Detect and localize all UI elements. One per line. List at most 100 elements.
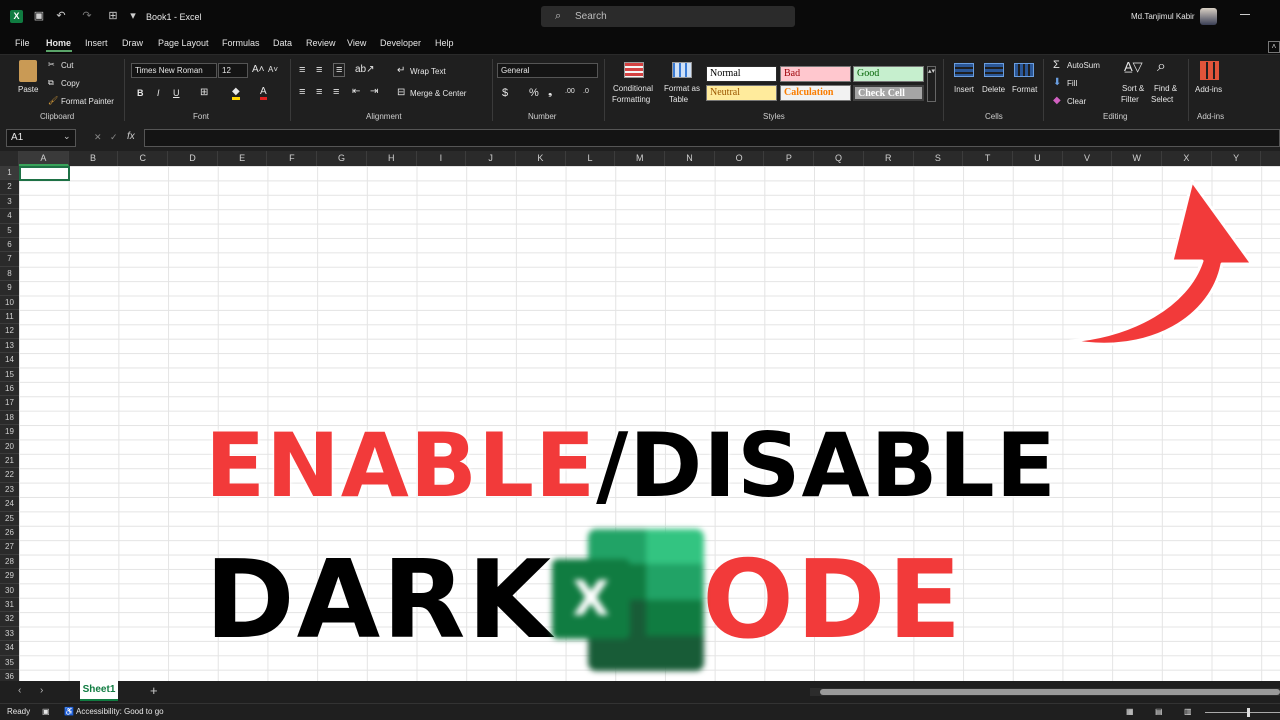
row-header-1[interactable]: 1 [0,166,19,181]
row-header-17[interactable]: 17 [0,396,19,411]
zoom-slider[interactable] [1205,708,1280,717]
column-header-f[interactable]: F [268,151,318,166]
row-header-16[interactable]: 16 [0,382,19,397]
borders-icon[interactable]: ⊞ [200,87,208,98]
sheet-tab-sheet1[interactable]: Sheet1 [80,681,118,701]
align-bottom-icon[interactable]: ≡ [333,63,346,77]
row-header-21[interactable]: 21 [0,454,19,469]
select-all-button[interactable] [0,151,19,166]
percent-button[interactable]: % [529,87,539,99]
tab-file[interactable]: File [15,38,30,48]
row-header-30[interactable]: 30 [0,584,19,598]
format-as-table-button[interactable]: Format as [664,84,700,93]
increase-decimal-icon[interactable]: .00 [565,88,575,95]
row-header-23[interactable]: 23 [0,483,19,498]
row-header-32[interactable]: 32 [0,612,19,627]
row-header-27[interactable]: 27 [0,540,19,555]
column-header-i[interactable]: I [417,151,467,166]
number-format-select[interactable]: General [497,63,598,78]
align-left-icon[interactable]: ≡ [299,86,305,98]
zoom-slider-thumb[interactable] [1247,708,1250,717]
row-header-33[interactable]: 33 [0,627,19,642]
selected-cell[interactable] [19,166,70,181]
accessibility-icon[interactable]: ♿ [64,707,74,716]
addins-button[interactable]: Add-ins [1195,85,1222,94]
worksheet-grid[interactable]: ABCDEFGHIJKLMNOPQRSTUVWXY 1 2 3 4 5 6 7 8 9 10 11 1… [0,151,1280,681]
tab-formulas[interactable]: Formulas [222,38,260,48]
format-cells-button[interactable]: Format [1012,85,1037,94]
paste-button[interactable]: Paste [18,85,38,94]
clear-button[interactable]: Clear [1067,97,1086,106]
increase-indent-icon[interactable]: ⇥ [370,86,378,97]
styles-scroll-icon[interactable]: ▴▾ [927,66,936,102]
row-header-26[interactable]: 26 [0,526,19,541]
horizontal-scrollbar[interactable] [810,688,1280,696]
name-box-chevron-icon[interactable]: ⌄ [63,131,71,142]
row-header-5[interactable]: 5 [0,224,19,238]
accessibility-status[interactable]: Accessibility: Good to go [76,707,164,716]
column-header-k[interactable]: K [516,151,566,166]
tab-developer[interactable]: Developer [380,38,421,48]
row-header-28[interactable]: 28 [0,555,19,570]
row-header-19[interactable]: 19 [0,425,19,440]
minimize-icon[interactable] [1240,14,1250,15]
row-header-6[interactable]: 6 [0,238,19,253]
row-header-11[interactable]: 11 [0,310,19,325]
row-header-4[interactable]: 4 [0,209,19,224]
row-header-10[interactable]: 10 [0,296,19,310]
align-right-icon[interactable]: ≡ [333,86,339,98]
tab-view[interactable]: View [347,38,366,48]
align-center-icon[interactable]: ≡ [316,86,322,98]
shrink-font-icon[interactable]: A˅ [268,65,278,74]
row-header-36[interactable]: 36 [0,670,19,681]
column-header-p[interactable]: P [765,151,815,166]
copy-button[interactable]: Copy [61,79,80,88]
column-header-u[interactable]: U [1013,151,1063,166]
italic-button[interactable]: I [157,88,160,98]
fill-color-icon[interactable]: ◆ [232,86,240,100]
decrease-decimal-icon[interactable]: .0 [583,88,589,95]
column-header-m[interactable]: M [615,151,666,166]
column-header-j[interactable]: J [466,151,516,166]
column-header-y[interactable]: Y [1212,151,1262,166]
row-header-18[interactable]: 18 [0,411,19,426]
row-header-24[interactable]: 24 [0,497,19,512]
insert-function-icon[interactable]: fx [127,131,135,142]
customize-qat-icon[interactable]: ▾ [126,9,140,23]
align-top-icon[interactable]: ≡ [299,64,305,76]
find-select-button[interactable]: Find & [1154,84,1177,93]
tab-review[interactable]: Review [306,38,336,48]
row-header-22[interactable]: 22 [0,468,19,483]
font-family-select[interactable]: Times New Roman [131,63,217,78]
tab-draw[interactable]: Draw [122,38,143,48]
cancel-icon[interactable]: ✕ [94,132,102,143]
column-header-l[interactable]: L [566,151,616,166]
merge-center-button[interactable]: Merge & Center [410,89,466,98]
orientation-icon[interactable]: ab↗ [355,64,375,75]
page-layout-view-icon[interactable]: ▤ [1155,707,1163,716]
tab-data[interactable]: Data [273,38,292,48]
style-bad[interactable]: Bad [780,66,851,82]
row-header-3[interactable]: 3 [0,195,19,210]
column-header-r[interactable]: R [864,151,914,166]
column-header-d[interactable]: D [168,151,218,166]
column-header-c[interactable]: C [118,151,169,166]
decrease-indent-icon[interactable]: ⇤ [352,86,360,97]
undo-icon[interactable]: ↶ [54,9,68,23]
scrollbar-thumb[interactable] [820,689,1280,695]
align-middle-icon[interactable]: ≡ [316,64,322,76]
tab-page-layout[interactable]: Page Layout [158,38,209,48]
macro-record-icon[interactable]: ▣ [42,707,50,716]
row-header-2[interactable]: 2 [0,180,19,195]
column-header-o[interactable]: O [715,151,765,166]
grow-font-icon[interactable]: A˄ [252,64,265,75]
conditional-formatting-button[interactable]: Conditional [613,84,653,93]
tab-insert[interactable]: Insert [85,38,108,48]
prev-sheet-icon[interactable]: ‹ [18,685,21,696]
row-header-14[interactable]: 14 [0,353,19,368]
formula-input[interactable] [144,129,1280,147]
row-header-7[interactable]: 7 [0,252,19,267]
form-icon[interactable]: ⊞ [106,9,120,23]
column-header-s[interactable]: S [914,151,964,166]
next-sheet-icon[interactable]: › [40,685,43,696]
